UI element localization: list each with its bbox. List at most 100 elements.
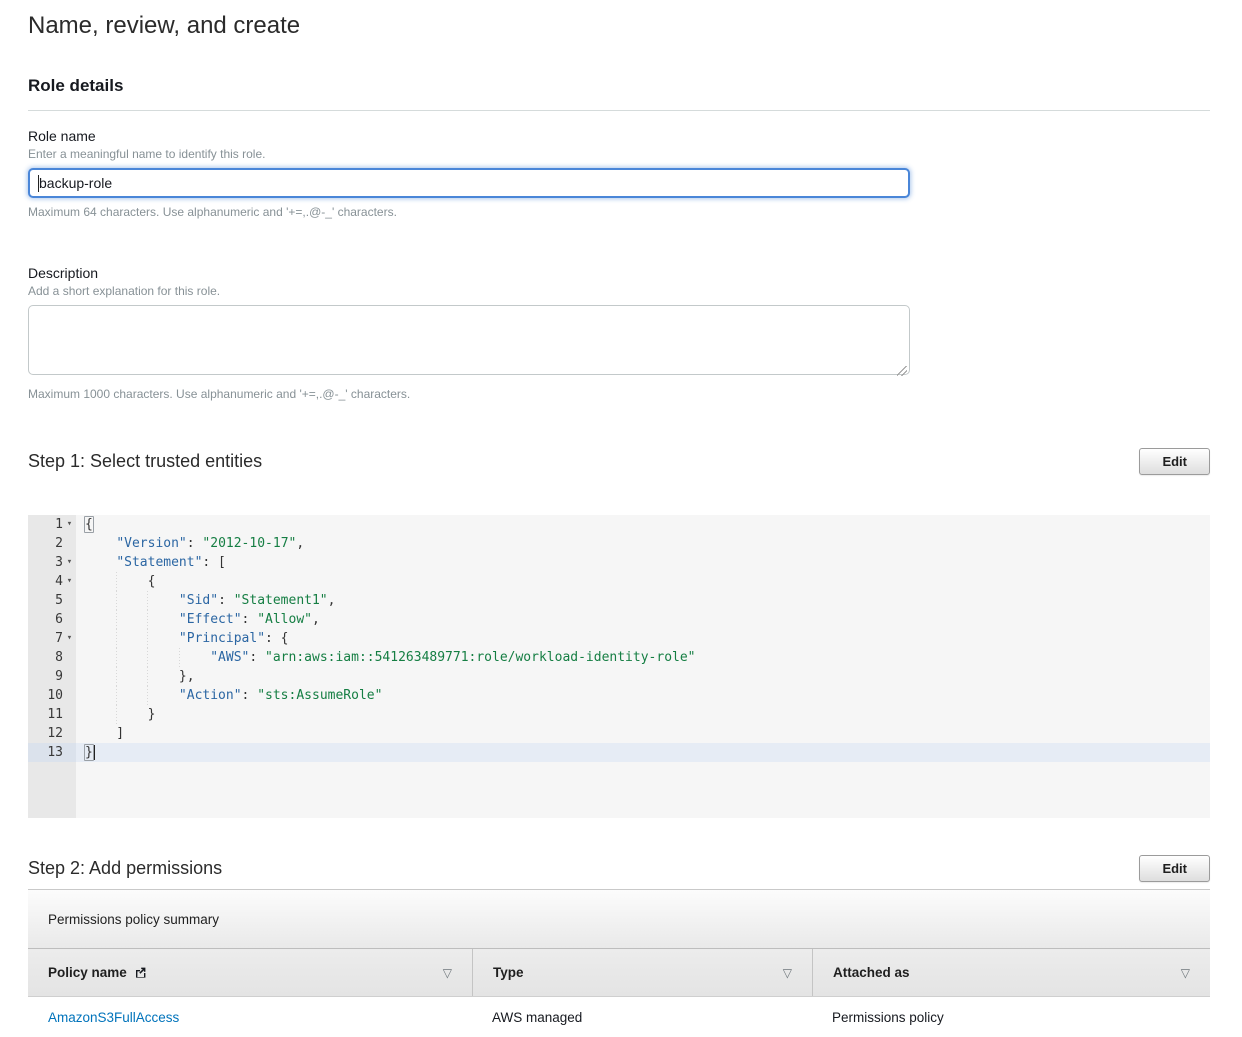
code-line[interactable]: 3▾ "Statement": [ <box>28 553 1210 572</box>
code-token: "Sid" <box>179 593 218 608</box>
code-token: : [ <box>202 555 225 570</box>
policy-name-link[interactable]: AmazonS3FullAccess <box>48 1010 179 1025</box>
editor-filler <box>28 762 1210 818</box>
code-line[interactable]: 6 "Effect": "Allow", <box>28 610 1210 629</box>
code-token: : <box>187 536 203 551</box>
line-number: 9 <box>55 667 63 686</box>
code-token <box>85 688 179 703</box>
column-header-attached-as[interactable]: Attached as ▽ <box>812 949 1210 996</box>
step2-edit-button[interactable]: Edit <box>1139 855 1210 882</box>
code-line[interactable]: 2 "Version": "2012-10-17", <box>28 534 1210 553</box>
role-name-help: Enter a meaningful name to identify this… <box>28 147 1210 162</box>
role-name-input-wrap <box>28 168 910 198</box>
step1-heading: Step 1: Select trusted entities <box>28 451 262 472</box>
filter-icon[interactable]: ▽ <box>783 967 792 979</box>
code-token: ] <box>85 726 124 741</box>
role-name-input[interactable] <box>28 168 910 198</box>
code-token: } <box>84 744 94 761</box>
code-token <box>85 593 179 608</box>
line-number: 11 <box>47 705 63 724</box>
line-number-gutter: 5 <box>28 591 76 610</box>
fold-caret-icon[interactable]: ▾ <box>63 515 76 534</box>
code-line-text: { <box>76 515 1210 534</box>
step1-header-row: Step 1: Select trusted entities Edit <box>28 448 1210 475</box>
line-number: 12 <box>47 724 63 743</box>
filter-icon[interactable]: ▽ <box>443 967 452 979</box>
policy-type-cell: AWS managed <box>472 1010 812 1025</box>
code-token: "Principal" <box>179 631 265 646</box>
code-line[interactable]: 8 "AWS": "arn:aws:iam::541263489771:role… <box>28 648 1210 667</box>
line-number-gutter: 13 <box>28 743 76 762</box>
fold-caret-icon[interactable]: ▾ <box>63 629 76 648</box>
fold-caret-icon[interactable]: ▾ <box>63 572 76 591</box>
code-line[interactable]: 11 } <box>28 705 1210 724</box>
attached-as-cell: Permissions policy <box>812 1010 1210 1025</box>
code-token <box>85 631 179 646</box>
code-token: "Action" <box>179 688 242 703</box>
step2-heading: Step 2: Add permissions <box>28 858 222 879</box>
line-number-gutter: 11 <box>28 705 76 724</box>
description-wrap <box>28 305 910 380</box>
code-line-text: "Principal": { <box>76 629 1210 648</box>
line-number: 1 <box>55 515 63 534</box>
code-line[interactable]: 9 }, <box>28 667 1210 686</box>
line-number: 8 <box>55 648 63 667</box>
code-line[interactable]: 7▾ "Principal": { <box>28 629 1210 648</box>
role-details-heading: Role details <box>28 76 1210 96</box>
code-token: "AWS" <box>210 650 249 665</box>
column-header-type[interactable]: Type ▽ <box>472 949 812 996</box>
code-token: , <box>312 612 320 627</box>
role-name-hint: Maximum 64 characters. Use alphanumeric … <box>28 205 1210 220</box>
code-line-text: "AWS": "arn:aws:iam::541263489771:role/w… <box>76 648 1210 667</box>
line-number: 3 <box>55 553 63 572</box>
code-token: : { <box>265 631 288 646</box>
page-title: Name, review, and create <box>28 10 1210 42</box>
code-line-text: "Action": "sts:AssumeRole" <box>76 686 1210 705</box>
filter-icon[interactable]: ▽ <box>1181 967 1190 979</box>
code-token: "Version" <box>116 536 186 551</box>
code-token <box>85 612 179 627</box>
code-line[interactable]: 12 ] <box>28 724 1210 743</box>
step1-edit-button[interactable]: Edit <box>1139 448 1210 475</box>
line-number-gutter: 7▾ <box>28 629 76 648</box>
step2-header-row: Step 2: Add permissions Edit <box>28 855 1210 882</box>
line-number-gutter: 4▾ <box>28 572 76 591</box>
line-number: 10 <box>47 686 63 705</box>
permissions-table-body: AmazonS3FullAccess AWS managedPermissions… <box>28 997 1210 1037</box>
column-header-policy-name[interactable]: Policy name ▽ <box>28 949 472 996</box>
line-number: 2 <box>55 534 63 553</box>
permissions-summary-title: Permissions policy summary <box>48 912 219 927</box>
line-number-gutter: 1▾ <box>28 515 76 534</box>
code-line[interactable]: 4▾ { <box>28 572 1210 591</box>
fold-caret-icon[interactable]: ▾ <box>63 553 76 572</box>
line-number-gutter: 8 <box>28 648 76 667</box>
code-filler <box>76 762 1210 818</box>
code-token: , <box>296 536 304 551</box>
line-number: 13 <box>47 743 63 762</box>
code-line[interactable]: 1▾ { <box>28 515 1210 534</box>
code-token: } <box>85 707 155 722</box>
line-number-gutter: 3▾ <box>28 553 76 572</box>
editor-caret <box>94 745 95 760</box>
description-help: Add a short explanation for this role. <box>28 284 1210 299</box>
code-token: : <box>218 593 234 608</box>
code-token: { <box>85 574 155 589</box>
code-token <box>85 536 116 551</box>
line-number: 7 <box>55 629 63 648</box>
code-line[interactable]: 10 "Action": "sts:AssumeRole" <box>28 686 1210 705</box>
code-line[interactable]: 13} <box>28 743 1210 762</box>
resize-handle-icon[interactable] <box>897 366 907 376</box>
line-number-gutter: 2 <box>28 534 76 553</box>
line-number-gutter: 9 <box>28 667 76 686</box>
table-row: AmazonS3FullAccess AWS managedPermissions… <box>28 997 1210 1037</box>
role-name-label: Role name <box>28 127 1210 145</box>
code-token: { <box>84 516 94 533</box>
description-textarea[interactable] <box>28 305 910 375</box>
code-token: }, <box>85 669 195 684</box>
code-line-text: }, <box>76 667 1210 686</box>
trust-policy-editor[interactable]: 1▾{2 "Version": "2012-10-17",3▾ "Stateme… <box>28 515 1210 818</box>
code-line-text: { <box>76 572 1210 591</box>
code-line[interactable]: 5 "Sid": "Statement1", <box>28 591 1210 610</box>
code-token: "Effect" <box>179 612 242 627</box>
code-line-text: "Statement": [ <box>76 553 1210 572</box>
